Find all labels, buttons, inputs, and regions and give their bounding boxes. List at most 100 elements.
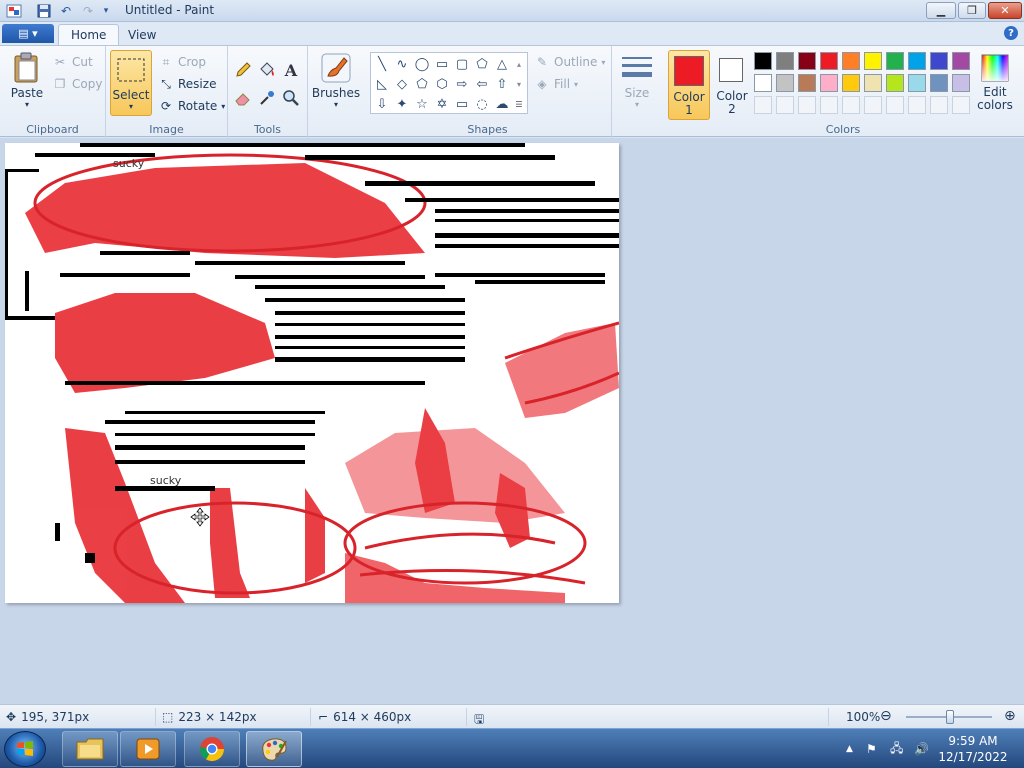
resize-button[interactable]: ⤡ Resize: [158, 74, 216, 94]
custom-color-slot[interactable]: [886, 96, 904, 114]
tray-network[interactable]: 🖧: [890, 729, 903, 768]
palette-swatch[interactable]: [754, 74, 772, 92]
rounded-rectangle-shape-icon[interactable]: ▢: [452, 54, 472, 74]
help-icon[interactable]: ?: [1004, 26, 1018, 40]
cloud-callout-shape-icon[interactable]: ☁: [492, 94, 512, 114]
color-picker-icon[interactable]: [256, 87, 278, 109]
up-arrow-shape-icon[interactable]: ⇧: [492, 74, 512, 94]
custom-color-slot[interactable]: [952, 96, 970, 114]
palette-swatch[interactable]: [776, 52, 794, 70]
custom-color-slot[interactable]: [864, 96, 882, 114]
taskbar-clock[interactable]: 9:59 AM 12/17/2022: [930, 733, 1016, 765]
palette-swatch[interactable]: [798, 52, 816, 70]
tab-home[interactable]: Home: [58, 24, 120, 45]
redo-icon[interactable]: ↷: [80, 3, 96, 19]
minimize-button[interactable]: ▁: [926, 2, 956, 19]
triangle-shape-icon[interactable]: △: [492, 54, 512, 74]
rounded-callout-shape-icon[interactable]: ▭: [452, 94, 472, 114]
polygon-shape-icon[interactable]: ⬠: [472, 54, 492, 74]
hexagon-shape-icon[interactable]: ⬡: [432, 74, 452, 94]
palette-swatch[interactable]: [908, 52, 926, 70]
zoom-out-button[interactable]: ⊖: [880, 708, 892, 724]
oval-callout-shape-icon[interactable]: ◌: [472, 94, 492, 114]
cut-button[interactable]: ✂ Cut: [52, 52, 93, 72]
undo-icon[interactable]: ↶: [58, 3, 74, 19]
taskbar-explorer[interactable]: [62, 731, 118, 767]
zoom-in-button[interactable]: ⊕: [1004, 708, 1016, 724]
palette-swatch[interactable]: [798, 74, 816, 92]
right-arrow-shape-icon[interactable]: ⇨: [452, 74, 472, 94]
rectangle-shape-icon[interactable]: ▭: [432, 54, 452, 74]
brushes-button[interactable]: Brushes ▾: [312, 52, 360, 109]
oval-shape-icon[interactable]: ◯: [412, 54, 432, 74]
right-triangle-shape-icon[interactable]: ◺: [372, 74, 392, 94]
palette-swatch[interactable]: [820, 74, 838, 92]
shapes-scroll-down-icon[interactable]: ▾: [511, 74, 527, 94]
palette-swatch[interactable]: [776, 74, 794, 92]
custom-color-slot[interactable]: [842, 96, 860, 114]
outline-button[interactable]: ✎ Outline ▾: [534, 52, 605, 72]
curve-shape-icon[interactable]: ∿: [392, 54, 412, 74]
shapes-expand-icon[interactable]: ☰: [511, 94, 527, 114]
paint-app-icon[interactable]: [6, 3, 22, 19]
custom-color-slot[interactable]: [754, 96, 772, 114]
custom-color-slot[interactable]: [798, 96, 816, 114]
fill-bucket-icon[interactable]: [256, 59, 278, 81]
show-hidden-icons-button[interactable]: ▲: [846, 729, 853, 768]
tray-volume[interactable]: 🔊: [914, 729, 929, 768]
paint-menu-button[interactable]: ▤ ▾: [2, 24, 54, 43]
palette-swatch[interactable]: [886, 74, 904, 92]
color2-button[interactable]: Color 2: [712, 50, 752, 120]
zoom-slider-thumb[interactable]: [946, 710, 954, 724]
down-arrow-shape-icon[interactable]: ⇩: [372, 94, 392, 114]
taskbar-media-player[interactable]: [120, 731, 176, 767]
eraser-icon[interactable]: [232, 87, 254, 109]
palette-swatch[interactable]: [930, 52, 948, 70]
palette-swatch[interactable]: [886, 52, 904, 70]
drawing-canvas[interactable]: sucky sucky: [5, 143, 619, 603]
start-button[interactable]: [4, 731, 46, 767]
fill-button[interactable]: ◈ Fill ▾: [534, 74, 578, 94]
palette-swatch[interactable]: [864, 74, 882, 92]
tray-action-center[interactable]: ⚑: [866, 729, 877, 768]
customize-qat-icon[interactable]: ▾: [98, 3, 114, 19]
custom-color-slot[interactable]: [820, 96, 838, 114]
select-button[interactable]: Select ▾: [110, 50, 152, 116]
left-arrow-shape-icon[interactable]: ⇦: [472, 74, 492, 94]
palette-swatch[interactable]: [842, 52, 860, 70]
five-point-star-shape-icon[interactable]: ☆: [412, 94, 432, 114]
pencil-icon[interactable]: [232, 59, 254, 81]
diamond-shape-icon[interactable]: ◇: [392, 74, 412, 94]
crop-button[interactable]: ⌗ Crop: [158, 52, 206, 72]
palette-swatch[interactable]: [930, 74, 948, 92]
custom-color-slot[interactable]: [930, 96, 948, 114]
taskbar-paint[interactable]: [246, 731, 302, 767]
taskbar-chrome[interactable]: [184, 731, 240, 767]
shapes-scroll-up-icon[interactable]: ▴: [511, 54, 527, 74]
six-point-star-shape-icon[interactable]: ✡: [432, 94, 452, 114]
palette-swatch[interactable]: [908, 74, 926, 92]
size-button[interactable]: Size ▾: [616, 52, 658, 109]
copy-button[interactable]: ❐ Copy: [52, 74, 103, 94]
rotate-button[interactable]: ⟳ Rotate ▾: [158, 96, 225, 116]
custom-color-slot[interactable]: [908, 96, 926, 114]
palette-swatch[interactable]: [952, 52, 970, 70]
save-icon[interactable]: [36, 3, 52, 19]
color1-button[interactable]: Color 1: [668, 50, 710, 120]
palette-swatch[interactable]: [842, 74, 860, 92]
tab-view[interactable]: View: [116, 24, 168, 45]
close-button[interactable]: ✕: [988, 2, 1022, 19]
edit-colors-button[interactable]: Edit colors: [972, 52, 1018, 112]
palette-swatch[interactable]: [820, 52, 838, 70]
pentagon-shape-icon[interactable]: ⬠: [412, 74, 432, 94]
four-point-star-shape-icon[interactable]: ✦: [392, 94, 412, 114]
palette-swatch[interactable]: [864, 52, 882, 70]
text-tool-icon[interactable]: A: [280, 59, 302, 81]
custom-color-slot[interactable]: [776, 96, 794, 114]
paste-button[interactable]: Paste ▾: [8, 52, 46, 109]
restore-button[interactable]: ❐: [958, 2, 986, 19]
palette-swatch[interactable]: [754, 52, 772, 70]
palette-swatch[interactable]: [952, 74, 970, 92]
line-shape-icon[interactable]: ╲: [372, 54, 392, 74]
magnifier-icon[interactable]: [280, 87, 302, 109]
